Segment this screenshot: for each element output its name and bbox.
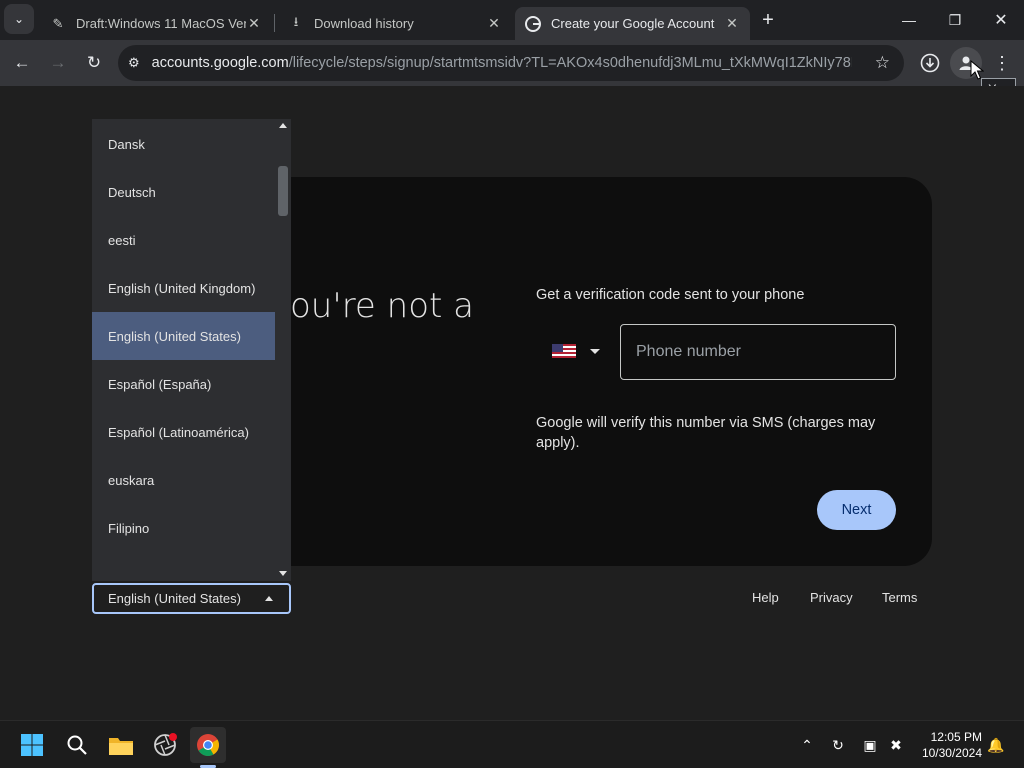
download-icon: ⭳: [293, 13, 299, 29]
network-tray-icon[interactable]: ▣: [860, 735, 880, 755]
folder-icon: [109, 738, 133, 755]
downloads-button[interactable]: [914, 47, 946, 79]
tab-title: Create your Google Account: [551, 16, 715, 31]
sync-tray-icon[interactable]: ↻: [828, 735, 848, 755]
site-info-icon[interactable]: ⚙: [128, 55, 140, 71]
scroll-up-arrow-icon[interactable]: [279, 123, 287, 128]
verify-label: Get a verification code sent to your pho…: [536, 287, 805, 303]
clock[interactable]: 12:05 PM 10/30/2024: [912, 729, 982, 761]
page-content: ou're not a Get a verification code sent…: [0, 86, 1024, 720]
country-code-select[interactable]: [540, 328, 610, 374]
app-button[interactable]: [147, 727, 183, 763]
taskbar: ⌃ ↻ ▣ ✖ 12:05 PM 10/30/2024 🔔: [0, 720, 1024, 768]
caret-up-icon: [265, 596, 273, 601]
tab-download-history[interactable]: ⭳ Download history ✕: [278, 7, 512, 40]
tab-title: Download history: [314, 16, 414, 31]
phone-number-input[interactable]: [620, 324, 896, 380]
arrow-left-icon: ←: [13, 53, 31, 72]
help-link[interactable]: Help: [752, 590, 779, 605]
url-text[interactable]: accounts.google.com/lifecycle/steps/sign…: [152, 55, 852, 71]
notifications-button[interactable]: 🔔: [986, 735, 1006, 755]
forward-button[interactable]: →: [42, 47, 74, 79]
close-window-button[interactable]: ✕: [978, 0, 1024, 40]
chevron-down-icon: ⌄: [13, 12, 25, 26]
search-button[interactable]: [59, 727, 95, 763]
close-icon[interactable]: ✕: [246, 15, 262, 32]
language-option[interactable]: Español (España): [92, 360, 275, 408]
windows-logo-icon: [21, 734, 43, 756]
mouse-cursor-icon: [970, 60, 984, 80]
sms-note: Google will verify this number via SMS (…: [536, 415, 876, 451]
scroll-down-arrow-icon[interactable]: [279, 571, 287, 576]
clock-date: 10/30/2024: [921, 746, 982, 760]
menu-button[interactable]: ⋮: [986, 47, 1018, 79]
plus-icon: +: [762, 8, 774, 31]
tab-search-button[interactable]: ⌄: [4, 4, 34, 34]
arrow-right-icon: →: [49, 53, 67, 72]
page-heading: ou're not a: [290, 286, 474, 326]
url-path: /lifecycle/steps/signup/startmtsmsidv?TL…: [288, 55, 852, 71]
file-explorer-button[interactable]: [103, 727, 139, 763]
search-icon: [67, 735, 87, 755]
download-circle-icon: [920, 53, 940, 73]
star-icon[interactable]: ☆: [875, 53, 890, 73]
chrome-button[interactable]: [190, 727, 226, 763]
clock-time: 12:05 PM: [930, 730, 982, 744]
more-vert-icon: ⋮: [993, 52, 1011, 73]
language-list-scrollbar[interactable]: [275, 119, 291, 581]
language-dropdown-list[interactable]: Dansk Deutsch eesti English (United King…: [92, 119, 291, 581]
browser-toolbar: ← → ↻ ⚙ accounts.google.com/lifecycle/st…: [0, 40, 1024, 86]
start-button[interactable]: [14, 727, 50, 763]
address-bar[interactable]: ⚙ accounts.google.com/lifecycle/steps/si…: [118, 45, 904, 81]
tab-divider: [274, 14, 275, 32]
close-icon: ✕: [994, 12, 1008, 29]
new-tab-button[interactable]: +: [752, 4, 784, 36]
network-icon: ▣: [863, 736, 877, 753]
language-select-value: English (United States): [108, 591, 241, 606]
chevron-up-icon: ⌃: [801, 736, 813, 753]
bell-icon: 🔔: [987, 736, 1005, 753]
language-select[interactable]: English (United States): [92, 583, 291, 614]
sync-icon: ↻: [832, 736, 844, 753]
wiki-icon: ✎: [52, 15, 64, 31]
restore-button[interactable]: ❐: [932, 0, 978, 40]
tab-strip: ⌄ ✎ Draft:Windows 11 MacOS Ventu ✕ ⭳ Dow…: [0, 0, 1024, 40]
close-icon[interactable]: ✕: [486, 15, 502, 32]
reload-button[interactable]: ↻: [78, 47, 110, 79]
caret-down-icon: [590, 348, 600, 354]
minimize-icon: —: [902, 12, 916, 28]
language-option[interactable]: Español (Latinoamérica): [92, 408, 275, 456]
aperture-icon: [154, 733, 177, 756]
us-flag-icon: [552, 344, 576, 358]
language-option[interactable]: Dansk: [92, 120, 275, 168]
next-button[interactable]: Next: [817, 490, 896, 530]
language-option-selected[interactable]: English (United States): [92, 312, 275, 360]
google-icon: [525, 15, 541, 32]
volume-tray-icon[interactable]: ✖: [886, 735, 906, 755]
show-hidden-icons-button[interactable]: ⌃: [797, 735, 817, 755]
language-option[interactable]: English (United Kingdom): [92, 264, 275, 312]
minimize-button[interactable]: —: [886, 0, 932, 40]
language-option[interactable]: Filipino: [92, 504, 275, 552]
restore-icon: ❐: [948, 11, 962, 28]
reload-icon: ↻: [86, 53, 102, 72]
tab-draft[interactable]: ✎ Draft:Windows 11 MacOS Ventu ✕: [40, 7, 272, 40]
chrome-icon: [197, 734, 219, 756]
back-button[interactable]: ←: [6, 47, 38, 79]
language-option[interactable]: eesti: [92, 216, 275, 264]
tab-create-google-account[interactable]: Create your Google Account ✕: [515, 7, 750, 40]
volume-muted-icon: ✖: [890, 736, 902, 753]
language-option[interactable]: euskara: [92, 456, 275, 504]
scrollbar-thumb[interactable]: [278, 166, 288, 216]
url-host: accounts.google.com: [151, 55, 289, 71]
tab-title: Draft:Windows 11 MacOS Ventu: [76, 16, 246, 31]
close-icon[interactable]: ✕: [724, 15, 740, 32]
privacy-link[interactable]: Privacy: [810, 590, 853, 605]
terms-link[interactable]: Terms: [882, 590, 917, 605]
language-option[interactable]: Deutsch: [92, 168, 275, 216]
